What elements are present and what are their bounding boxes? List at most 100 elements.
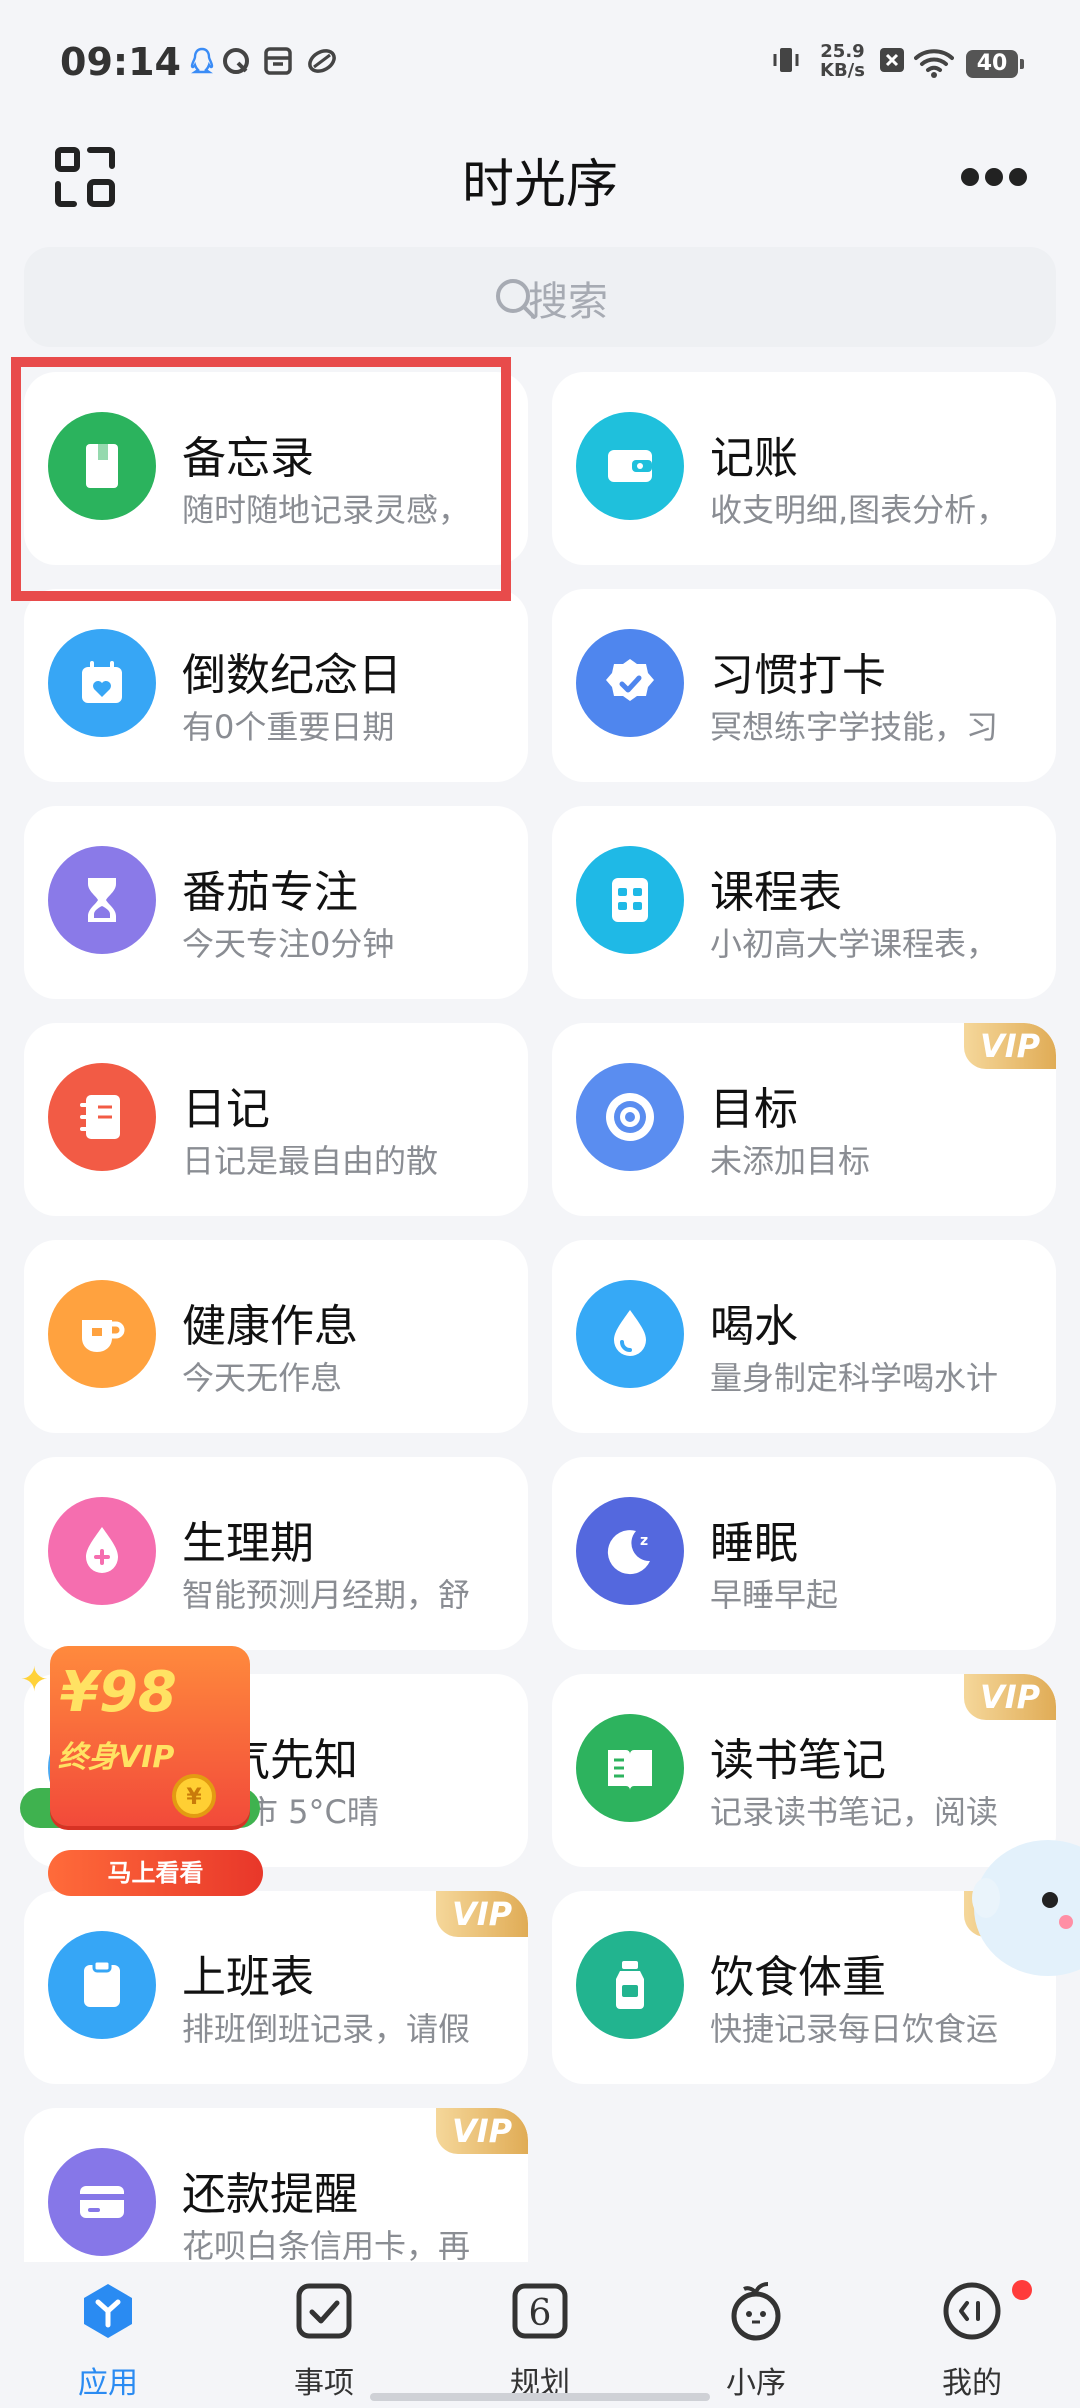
app-card-icon-badge xyxy=(576,846,684,954)
app-card-icon-badge xyxy=(48,2148,156,2256)
search-bar[interactable]: 搜索 xyxy=(24,247,1056,347)
app-card-icon-badge xyxy=(576,1714,684,1822)
mascot-icon xyxy=(731,2282,781,2341)
checkbox-icon xyxy=(296,2283,352,2339)
app-card-icon-badge xyxy=(576,412,684,520)
app-card-title: 上班表 xyxy=(182,1952,314,2003)
search-placeholder: 搜索 xyxy=(528,279,608,325)
bottom-tab-bar: 应用 事项 6 规划 小序 我的 xyxy=(0,2262,1080,2408)
bottle-icon xyxy=(616,1961,644,2009)
app-card-title: 饮食体重 xyxy=(710,1952,886,2003)
coin-icon: ¥ xyxy=(172,1774,216,1818)
app-card-title: 番茄专注 xyxy=(182,867,358,918)
home-indicator xyxy=(370,2393,710,2401)
app-card-title: 日记 xyxy=(182,1084,270,1135)
vip-badge: VIP xyxy=(964,1674,1056,1720)
app-card-title: 喝水 xyxy=(710,1301,798,1352)
app-card-icon-badge xyxy=(48,1280,156,1388)
app-card-title: 倒数纪念日 xyxy=(182,650,402,701)
credit-card-icon xyxy=(80,2186,124,2218)
app-card-title: 健康作息 xyxy=(182,1301,358,1352)
app-card-title: 记账 xyxy=(710,433,798,484)
vip-badge: VIP xyxy=(436,1891,528,1937)
water-drop-icon xyxy=(614,1310,646,1356)
no-sim-icon xyxy=(880,48,904,72)
vip-badge: VIP xyxy=(964,1023,1056,1069)
tab-items[interactable]: 事项 xyxy=(216,2262,432,2408)
calendar-heart-icon xyxy=(82,661,122,703)
timetable-icon xyxy=(612,878,648,922)
app-card-description: 日记是最自由的散 xyxy=(182,1142,439,1180)
app-card-icon-badge xyxy=(48,629,156,737)
app-card[interactable]: 日记日记是最自由的散 xyxy=(24,1023,528,1216)
app-card[interactable]: 喝水量身制定科学喝水计 xyxy=(552,1240,1056,1433)
app-card-description: 量身制定科学喝水计 xyxy=(710,1359,999,1397)
wifi-icon xyxy=(914,49,954,78)
tab-plan[interactable]: 6 规划 xyxy=(432,2262,648,2408)
app-card[interactable]: 记账 收支明细,图表分析， xyxy=(552,372,1056,565)
plan-6-icon: 6 xyxy=(512,2283,568,2339)
app-card[interactable]: 课程表小初高大学课程表， xyxy=(552,806,1056,999)
apps-icon xyxy=(84,2284,132,2338)
app-card[interactable]: 习惯打卡 冥想练字学技能，习 xyxy=(552,589,1056,782)
network-speed: 25.9 KB/s xyxy=(820,41,865,81)
book-icon xyxy=(608,1750,652,1790)
top-bar: 时光序 xyxy=(0,120,1080,240)
app-card-icon-badge xyxy=(576,1280,684,1388)
message-icon xyxy=(223,48,249,74)
battery-indicator: 40 xyxy=(966,50,1024,78)
app-card[interactable]: 上班表排班倒班记录，请假 VIP xyxy=(24,1891,528,2084)
app-card-icon-badge xyxy=(576,1931,684,2039)
app-card[interactable]: 健康作息 今天无作息 xyxy=(24,1240,528,1433)
app-card-description: 排班倒班记录，请假 xyxy=(182,2010,471,2048)
app-card-description: 有0个重要日期 xyxy=(182,708,395,746)
app-card-icon-badge xyxy=(48,1497,156,1605)
page-title: 时光序 xyxy=(461,155,618,215)
svg-text:¥: ¥ xyxy=(186,1785,202,1810)
app-card-title: 目标 xyxy=(710,1084,798,1135)
tab-mine[interactable]: 我的 xyxy=(864,2262,1080,2408)
app-card-description: 今天无作息 xyxy=(182,1359,343,1397)
app-card-icon-badge: z xyxy=(576,1497,684,1605)
app-card-description: 小初高大学课程表， xyxy=(710,925,999,963)
qq-icon xyxy=(190,47,214,74)
clipboard-icon xyxy=(84,1959,120,2007)
app-card-title: 习惯打卡 xyxy=(710,650,886,701)
leaf-app-icon xyxy=(308,49,336,73)
app-card-description: 记录读书笔记，阅读 xyxy=(710,1793,999,1831)
app-card-title: 课程表 xyxy=(710,867,842,918)
app-card[interactable]: 倒数纪念日有0个重要日期 xyxy=(24,589,528,782)
app-card-icon-badge xyxy=(48,1931,156,2039)
mascot-floating-icon[interactable] xyxy=(968,1838,1080,1978)
wallet-icon xyxy=(608,450,652,482)
svg-text:6: 6 xyxy=(529,2293,552,2334)
app-card-description: 今天专注0分钟 xyxy=(182,925,395,963)
promo-price: ¥98 xyxy=(60,1660,177,1725)
app-card-description: 未添加目标 xyxy=(710,1142,871,1180)
more-icon[interactable] xyxy=(958,165,1030,189)
status-time: 09:14 xyxy=(60,40,181,84)
svg-text:z: z xyxy=(640,1533,648,1549)
tab-xiaoxu[interactable]: 小序 xyxy=(648,2262,864,2408)
inbox-icon xyxy=(264,47,292,75)
app-card-title: 睡眠 xyxy=(710,1518,798,1569)
status-bar: 09:14 25.9 KB/s 40 xyxy=(0,0,1080,120)
moon-icon: z xyxy=(607,1530,650,1575)
tab-apps[interactable]: 应用 xyxy=(0,2262,216,2408)
vip-badge: VIP xyxy=(436,2108,528,2154)
app-card[interactable]: 生理期 智能预测月经期，舒 xyxy=(24,1457,528,1650)
promo-cta-button[interactable]: 马上看看 xyxy=(48,1850,263,1896)
app-card-icon-badge xyxy=(48,846,156,954)
app-card-description: 花呗白条信用卡，再 xyxy=(182,2227,471,2265)
app-card-description: 早睡早起 xyxy=(710,1576,839,1614)
vip-promo-badge[interactable]: ✦ ¥98 终身VIP ¥ 马上看看 xyxy=(20,1640,263,1900)
app-card-title: 读书笔记 xyxy=(710,1735,886,1786)
app-card[interactable]: z 睡眠早睡早起 xyxy=(552,1457,1056,1650)
app-card[interactable]: 目标未添加目标 VIP xyxy=(552,1023,1056,1216)
app-card[interactable]: 番茄专注今天专注0分钟 xyxy=(24,806,528,999)
app-card-title: 还款提醒 xyxy=(182,2169,358,2220)
cup-icon xyxy=(82,1312,125,1352)
target-icon xyxy=(606,1093,654,1141)
diary-icon xyxy=(80,1095,120,1139)
app-card-title: 生理期 xyxy=(182,1518,314,1569)
